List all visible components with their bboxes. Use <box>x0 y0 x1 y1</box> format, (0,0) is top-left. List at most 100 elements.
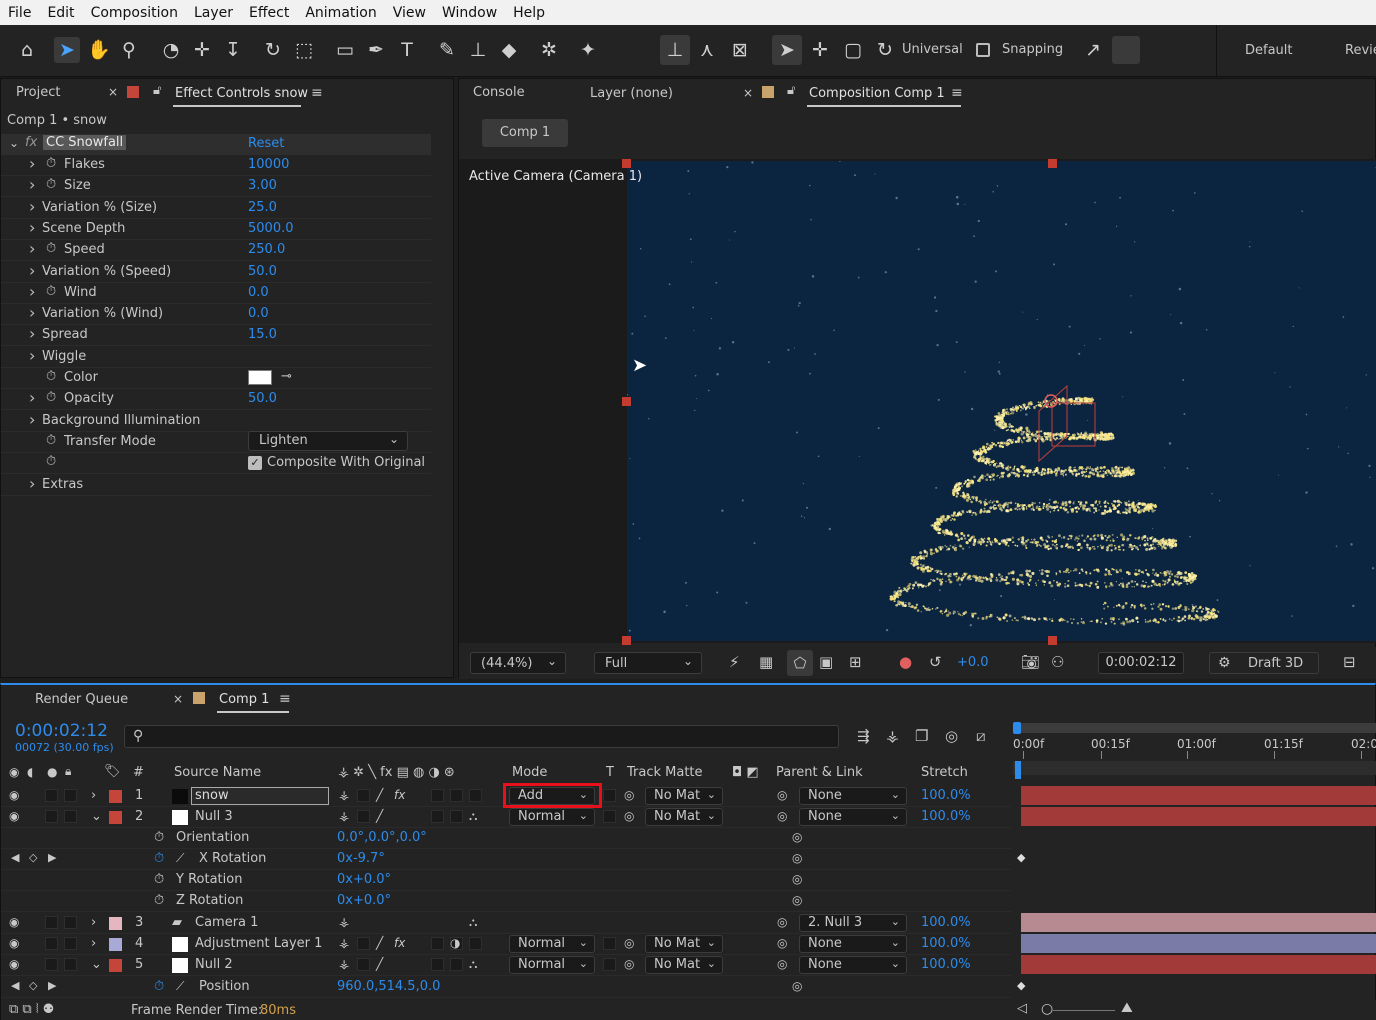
quality-switch-icon[interactable]: ╱ <box>376 788 383 802</box>
timeline-timecode[interactable]: 0:00:02:12 <box>15 721 108 741</box>
bound-handle[interactable] <box>622 636 631 645</box>
menu-window[interactable]: Window <box>434 5 505 21</box>
zoom-out-icon[interactable]: ◁ <box>1017 1001 1027 1016</box>
transparency-grid-icon[interactable]: ▦ <box>759 653 773 671</box>
rectangle-tool-icon[interactable]: ▭ <box>332 37 358 63</box>
effect-param-row[interactable]: › ⏱ Size 3.00 <box>1 175 431 198</box>
layer-duration-bar[interactable] <box>1021 934 1376 953</box>
show-snapshot-icon[interactable]: ⚇ <box>1051 653 1064 671</box>
stretch-value[interactable]: 100.0% <box>921 788 971 803</box>
solo-switch[interactable] <box>45 810 58 823</box>
effect-param-value[interactable]: 5000.0 <box>248 221 294 236</box>
eyedropper-icon[interactable]: ⊸ <box>281 369 292 384</box>
3d-layer-switch[interactable] <box>469 789 482 802</box>
effect-param-value[interactable]: 0.0 <box>248 285 269 300</box>
playhead[interactable] <box>1015 761 1021 779</box>
snapshot-icon[interactable]: 📷︎ <box>1021 653 1040 671</box>
parent-dropdown[interactable]: None ⌄ <box>799 935 907 953</box>
stretch-value[interactable]: 100.0% <box>921 809 971 824</box>
layer-name[interactable]: Adjustment Layer 1 <box>195 936 322 951</box>
layer-name[interactable]: Null 3 <box>195 809 233 824</box>
effect-param-row[interactable]: › Background Illumination <box>1 410 431 432</box>
grid-guides-icon[interactable]: ⊞ <box>849 653 862 671</box>
bound-handle[interactable] <box>622 159 631 168</box>
chevron-right-icon[interactable]: › <box>91 936 96 951</box>
view-axis-icon[interactable]: ⊠ <box>727 37 753 63</box>
parent-dropdown[interactable]: None ⌄ <box>799 956 907 974</box>
fx-icon[interactable]: fx <box>25 135 37 150</box>
effect-name[interactable]: CC Snowfall <box>43 135 127 150</box>
preserve-transparency-switch[interactable] <box>603 810 616 823</box>
zoom-tool-icon[interactable]: ⚲ <box>116 37 142 63</box>
3d-layer-icon[interactable]: ⛬ <box>469 809 477 824</box>
quality-switch-icon[interactable]: ╱ <box>376 809 383 823</box>
panel-menu-icon[interactable]: ≡ <box>311 85 323 101</box>
adjustment-layer-icon[interactable]: ◑ <box>450 936 460 950</box>
label-color-chip[interactable] <box>109 811 122 824</box>
solo-switch[interactable] <box>45 916 58 929</box>
property-row[interactable]: ⏱ Y Rotation 0x+0.0° ◎ <box>1 870 1011 891</box>
graph-icon[interactable]: ⟋ <box>176 851 184 866</box>
effect-param-row[interactable]: › ⏱ Speed 250.0 <box>1 239 431 262</box>
lock-switch[interactable] <box>64 789 77 802</box>
stopwatch-icon[interactable]: ⏱ <box>154 830 164 845</box>
quality-switch-icon[interactable]: ╱ <box>376 957 383 971</box>
matte-link-icon[interactable]: ◎ <box>624 788 634 802</box>
dolly-tool-icon[interactable]: ↧ <box>220 37 246 63</box>
matte-link-icon[interactable]: ◎ <box>624 936 634 950</box>
shy-switch-icon[interactable]: ⚶ <box>339 788 349 802</box>
shy-switch-icon[interactable]: ⚶ <box>339 809 349 823</box>
solo-switch[interactable] <box>45 937 58 950</box>
close-icon[interactable]: × <box>108 85 118 99</box>
selection-tool-icon[interactable]: ➤ <box>54 37 80 63</box>
collapse-switch[interactable] <box>357 937 370 950</box>
clone-stamp-icon[interactable]: ⊥ <box>465 37 491 63</box>
layer-row[interactable]: ◉ › 1 snow ⚶ ╱ fx Add ⌄ ◎ No Mat ⌄ ◎ None ⌄ 100.0% <box>1 783 1011 808</box>
snapping-checkbox[interactable] <box>976 43 990 57</box>
prev-keyframe-icon[interactable]: ◀ <box>11 979 19 992</box>
tab-render-queue[interactable]: Render Queue <box>35 692 128 707</box>
stretch-value[interactable]: 100.0% <box>921 915 971 930</box>
renderer-button[interactable]: ⚙ Draft 3D <box>1209 652 1319 674</box>
stopwatch-icon[interactable]: ⏱ <box>46 390 56 405</box>
chevron-right-icon[interactable]: › <box>29 303 35 322</box>
stopwatch-icon[interactable]: ⏱ <box>154 851 164 866</box>
blend-mode-dropdown[interactable]: Normal ⌄ <box>509 956 595 974</box>
rotate-tool-icon[interactable]: ↻ <box>260 37 286 63</box>
gizmo-rotate-icon[interactable]: ↻ <box>872 37 898 63</box>
effect-param-row[interactable]: › ⏱ Flakes 10000 <box>1 154 431 176</box>
chevron-right-icon[interactable]: › <box>29 346 35 365</box>
reset-button[interactable]: Reset <box>248 136 284 151</box>
reset-exposure-icon[interactable]: ↺ <box>929 653 942 671</box>
next-keyframe-icon[interactable]: ▶ <box>48 851 56 864</box>
effect-param-row[interactable]: › ⏱ Opacity 50.0 <box>1 388 431 411</box>
label-color-chip[interactable] <box>109 959 122 972</box>
hand-tool-icon[interactable]: ✋ <box>86 37 112 63</box>
layer-duration-bar[interactable] <box>1021 913 1376 932</box>
pickwhip-icon[interactable]: ◎ <box>777 809 787 823</box>
tab-comp-timeline[interactable]: Comp 1 <box>219 692 269 707</box>
prev-keyframe-icon[interactable]: ◀ <box>11 851 19 864</box>
eye-icon[interactable]: ◉ <box>9 936 19 950</box>
stopwatch-icon[interactable]: ⏱ <box>46 241 56 256</box>
chevron-down-icon[interactable]: ⌄ <box>91 809 102 824</box>
menu-animation[interactable]: Animation <box>297 5 384 21</box>
effect-header-row[interactable]: ⌄ fx CC Snowfall Reset <box>1 134 431 155</box>
eraser-icon[interactable]: ◆ <box>496 37 522 63</box>
snap-features-icon[interactable] <box>1112 36 1140 64</box>
matte-link-icon[interactable]: ◎ <box>624 809 634 823</box>
draft-3d-toggle-icon[interactable]: ⚶ <box>886 727 899 745</box>
chevron-right-icon[interactable]: › <box>29 239 35 258</box>
chevron-right-icon[interactable]: › <box>91 915 96 930</box>
fast-previews-icon[interactable]: ⚡ <box>729 653 740 671</box>
gizmo-scale-icon[interactable]: ▢ <box>840 37 866 63</box>
eye-icon[interactable]: ◉ <box>9 957 19 971</box>
chevron-right-icon[interactable]: › <box>29 388 35 407</box>
viewer-area[interactable]: Active Camera (Camera 1) ➤ <box>459 159 1376 645</box>
solo-switch[interactable] <box>45 789 58 802</box>
chevron-down-icon[interactable]: ⌄ <box>9 136 19 150</box>
stopwatch-icon[interactable]: ⏱ <box>46 433 56 448</box>
expression-pickwhip-icon[interactable]: ◎ <box>792 893 802 907</box>
chevron-right-icon[interactable]: › <box>29 261 35 280</box>
layer-row[interactable]: ◉ ⌄ 2 Null 3 ⚶ ╱ ⛬ Normal ⌄ ◎ No Mat ⌄ ◎ None ⌄ 100.0% <box>1 807 1011 828</box>
